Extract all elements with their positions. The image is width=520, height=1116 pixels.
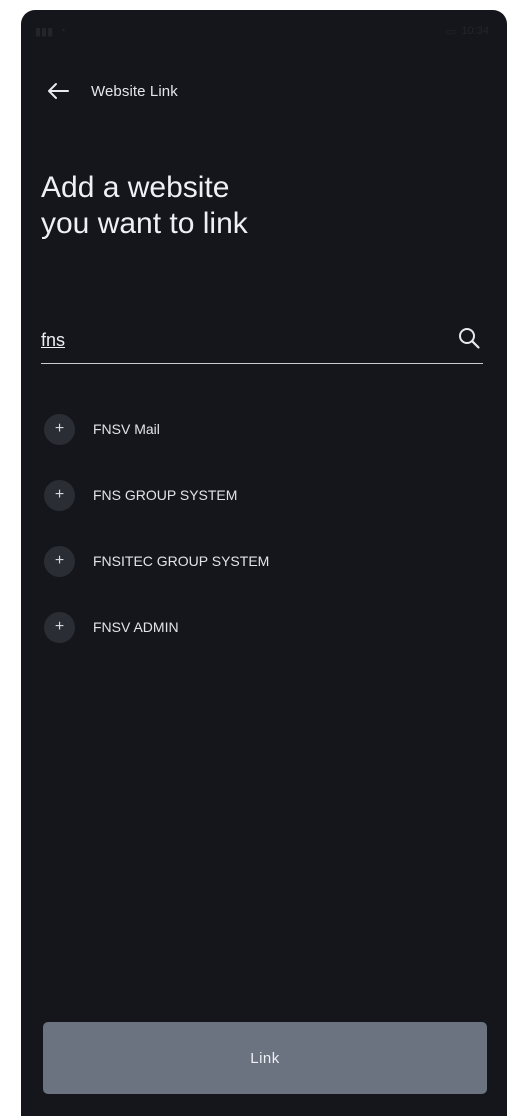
result-label: FNSV Mail	[93, 421, 160, 437]
plus-icon: +	[54, 618, 65, 635]
search-input[interactable]	[41, 322, 431, 358]
app-screen: ▮▮▮ ◔ ▭ 10:34 Website Link Add a website…	[21, 10, 507, 1116]
link-button[interactable]: Link	[43, 1022, 487, 1094]
add-button[interactable]: +	[44, 479, 75, 511]
search-bar	[41, 316, 483, 364]
page-title-line1: Add a website	[41, 171, 230, 204]
plus-icon: +	[54, 420, 65, 437]
search-results: + FNSV Mail + FNS GROUP SYSTEM + FNSITEC…	[44, 412, 484, 676]
status-left: ▮▮▮ ◔	[35, 25, 66, 38]
status-right: ▭ 10:34	[445, 25, 489, 38]
page-title: Add a website you want to link	[41, 170, 461, 242]
result-item[interactable]: + FNS GROUP SYSTEM	[44, 478, 484, 512]
status-time: 10:34	[461, 25, 489, 37]
search-icon	[459, 328, 480, 349]
header-title: Website Link	[91, 82, 178, 100]
result-label: FNSITEC GROUP SYSTEM	[93, 553, 270, 569]
add-button[interactable]: +	[44, 545, 75, 577]
plus-icon: +	[54, 486, 65, 503]
battery-icon: ▭	[445, 25, 456, 38]
result-item[interactable]: + FNSV Mail	[44, 412, 484, 446]
arrow-left-icon	[48, 83, 69, 99]
wifi-icon: ◔	[59, 25, 66, 37]
result-label: FNS GROUP SYSTEM	[93, 487, 238, 503]
plus-icon: +	[54, 552, 65, 569]
add-button[interactable]: +	[44, 413, 75, 445]
result-item[interactable]: + FNSITEC GROUP SYSTEM	[44, 544, 484, 578]
add-button[interactable]: +	[44, 611, 75, 643]
signal-icon: ▮▮▮	[35, 25, 54, 38]
search-button[interactable]	[457, 326, 483, 352]
back-button[interactable]	[45, 78, 71, 104]
status-bar: ▮▮▮ ◔ ▭ 10:34	[21, 10, 507, 52]
page-title-line2: you want to link	[41, 207, 248, 240]
result-item[interactable]: + FNSV ADMIN	[44, 610, 484, 644]
result-label: FNSV ADMIN	[93, 619, 179, 635]
header: Website Link	[45, 76, 178, 106]
